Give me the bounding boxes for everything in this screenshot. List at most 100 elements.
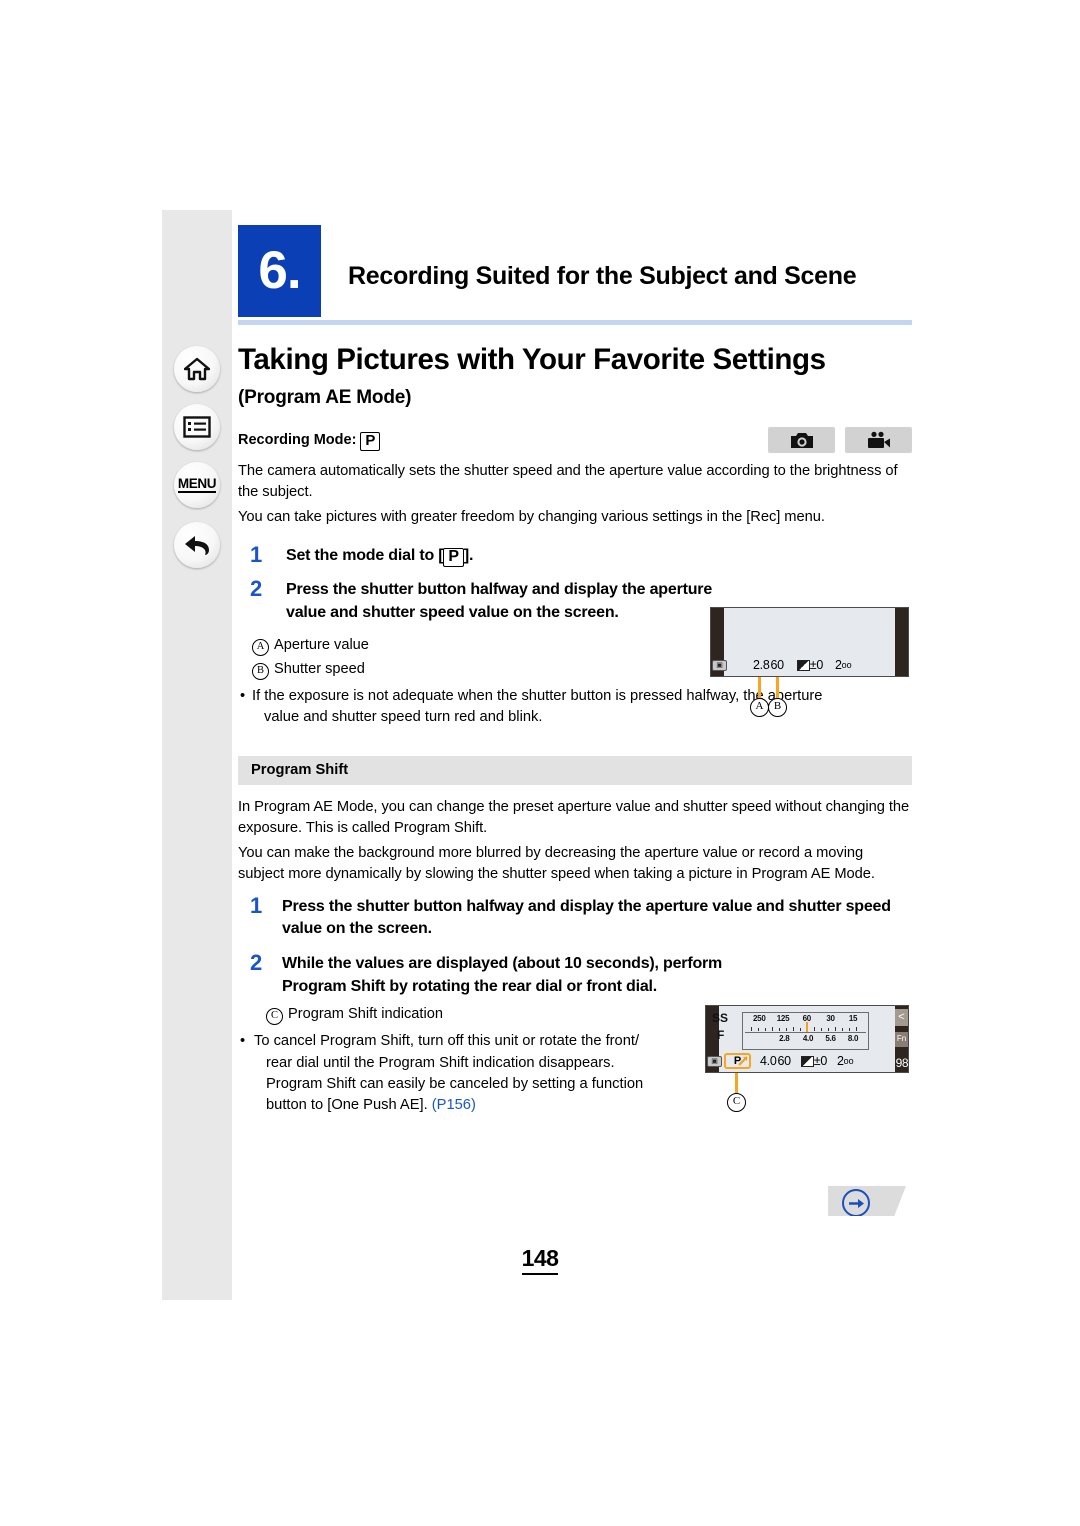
f-tick: 4.0: [802, 1034, 814, 1043]
lcd-screen-1: ▣ 2.8 60 ±0 2 oo: [710, 607, 909, 677]
current-value-marker: [805, 1022, 808, 1032]
callout-leaders-1: A B: [710, 677, 909, 723]
iso-value: 2: [835, 658, 842, 672]
chapter-number: 6.: [238, 225, 321, 317]
sidebar-item-contents[interactable]: [174, 404, 220, 450]
step-text: While the values are displayed (about 10…: [282, 955, 723, 995]
callout-marker-c: C: [727, 1093, 746, 1112]
recording-mode-key: P: [360, 432, 381, 451]
camera-screen-1-illustration: ▣ 2.8 60 ±0 2 oo A B: [710, 607, 909, 717]
step-number: 2: [250, 576, 263, 602]
callout-marker-a: A: [750, 698, 769, 717]
callout-text: Aperture value: [274, 636, 369, 653]
manual-page: MENU 6. Recording Suited for the Subject…: [0, 0, 1080, 1526]
step-number: 1: [250, 541, 263, 567]
exposure-comp-icon: [796, 659, 810, 671]
note-line-1: To cancel Program Shift, turn off this u…: [254, 1033, 640, 1050]
step-text: Press the shutter button halfway and dis…: [286, 581, 713, 622]
callout-text: Shutter speed: [274, 660, 365, 677]
step-text-after: ].: [463, 546, 474, 564]
f-tick: 2.8: [779, 1034, 790, 1043]
aperture-value: 2.8: [753, 658, 770, 672]
chapter-title: Recording Suited for the Subject and Sce…: [348, 262, 857, 290]
ss-tick: 250: [753, 1014, 766, 1023]
exposure-comp-icon: [800, 1055, 814, 1067]
sidebar-item-home[interactable]: [174, 346, 220, 392]
exposure-comp-value: ±0: [813, 1054, 828, 1068]
leader-line-c: [735, 1073, 738, 1093]
bullet-dot: •: [240, 1033, 246, 1050]
shift-arrow-icon: [738, 1056, 748, 1066]
note-line-3: Program Shift can easily be canceled by …: [266, 1075, 644, 1092]
step-text: Set the mode dial to [P].: [286, 545, 912, 568]
ss-label: SS: [712, 1011, 729, 1025]
callout-leaders-2: C: [705, 1073, 909, 1119]
page-reference-link[interactable]: (P156): [432, 1097, 476, 1113]
intro-paragraph-2: You can take pictures with greater freed…: [238, 509, 825, 526]
mode-icon-group: [768, 427, 912, 453]
lcd-screen-2: SS F 250 125 60 30 15 2.8 4.0 5.6 8.0 < …: [705, 1005, 909, 1073]
program-shift-indicator: P: [724, 1053, 751, 1069]
step-2: 2 Press the shutter button halfway and d…: [238, 576, 756, 624]
lcd-status-row: ▣ 2.8 60 ±0 2 oo: [711, 657, 908, 673]
program-shift-paragraph-1: In Program AE Mode, you can change the p…: [238, 798, 910, 837]
circled-letter: B: [252, 662, 269, 680]
fn-tab[interactable]: Fn: [895, 1032, 908, 1047]
circled-letter: C: [266, 1008, 283, 1026]
program-shift-scale: 250 125 60 30 15 2.8 4.0 5.6 8.0: [742, 1012, 869, 1050]
scale-axis-labels: SS F: [712, 1010, 728, 1044]
next-page-arrow-icon[interactable]: [842, 1189, 870, 1216]
shots-remaining: 98: [895, 1056, 908, 1070]
camera-screen-2-illustration: SS F 250 125 60 30 15 2.8 4.0 5.6 8.0 < …: [705, 1005, 909, 1112]
program-shift-band: Program Shift: [238, 755, 912, 785]
aperture-value: 4.0: [760, 1054, 777, 1068]
video-mode-icon: [845, 427, 912, 453]
step-text-before: Set the mode dial to [: [286, 546, 444, 564]
page-number-value: 148: [521, 1245, 559, 1275]
ss-tick: 125: [776, 1014, 790, 1023]
intro-paragraph-1: The camera automatically sets the shutte…: [238, 463, 898, 501]
step-1: 1 Set the mode dial to [P].: [238, 541, 912, 568]
program-shift-step-1: 1 Press the shutter button halfway and d…: [238, 892, 912, 941]
shutter-speed-value: 60: [777, 1054, 791, 1068]
program-shift-paragraph-2: You can make the background more blurred…: [238, 845, 875, 883]
bullet-dot: •: [240, 687, 246, 704]
step-number: 1: [250, 892, 263, 918]
next-page-tab[interactable]: [828, 1186, 906, 1216]
metering-mode-icon: ▣: [707, 1055, 722, 1067]
home-icon: [184, 357, 210, 381]
f-tick: 8.0: [847, 1034, 859, 1043]
program-shift-title: Program Shift: [251, 761, 349, 778]
iso-value: 2: [837, 1054, 844, 1068]
chevron-left-icon[interactable]: <: [895, 1009, 908, 1026]
header-rule: [238, 320, 912, 325]
page-number: 148: [0, 1245, 1080, 1275]
step-number: 2: [250, 950, 263, 975]
program-shift-note: • To cancel Program Shift, turn off this…: [238, 1031, 724, 1116]
sidebar-item-menu[interactable]: MENU: [174, 462, 220, 508]
metering-mode-icon: ▣: [712, 659, 727, 671]
note-line-2: rear dial until the Program Shift indica…: [266, 1054, 615, 1071]
exposure-comp-value: ±0: [809, 658, 824, 672]
f-tick: 5.6: [825, 1034, 836, 1043]
navigation-sidebar: MENU: [162, 210, 232, 1300]
iso-value-suffix: oo: [843, 1056, 854, 1066]
program-shift-step-2: 2 While the values are displayed (about …: [238, 950, 737, 998]
lcd-status-row: ▣ P 4.0 60 ±0 2 oo: [706, 1052, 908, 1070]
note-line-4: button to [One Push AE]. (P156): [254, 1095, 724, 1116]
shutter-speed-value: 60: [770, 658, 784, 672]
page-title: Taking Pictures with Your Favorite Setti…: [238, 343, 826, 376]
recording-mode-label: Recording Mode:: [238, 432, 357, 448]
leader-line-a: [758, 677, 761, 698]
back-arrow-icon: [183, 533, 211, 557]
recording-mode-row: Recording Mode: P: [238, 427, 912, 457]
aperture-scale: 2.8 4.0 5.6 8.0: [743, 1033, 868, 1051]
callout-text: Program Shift indication: [288, 1006, 443, 1023]
contents-list-icon: [183, 416, 211, 438]
step-mode-key: P: [443, 547, 464, 568]
note-line-4-text: button to [One Push AE].: [266, 1096, 432, 1113]
ss-tick: 15: [848, 1014, 858, 1023]
callout-marker-b: B: [768, 698, 787, 717]
step-text: Press the shutter button halfway and dis…: [282, 897, 891, 938]
sidebar-item-back[interactable]: [174, 522, 220, 568]
